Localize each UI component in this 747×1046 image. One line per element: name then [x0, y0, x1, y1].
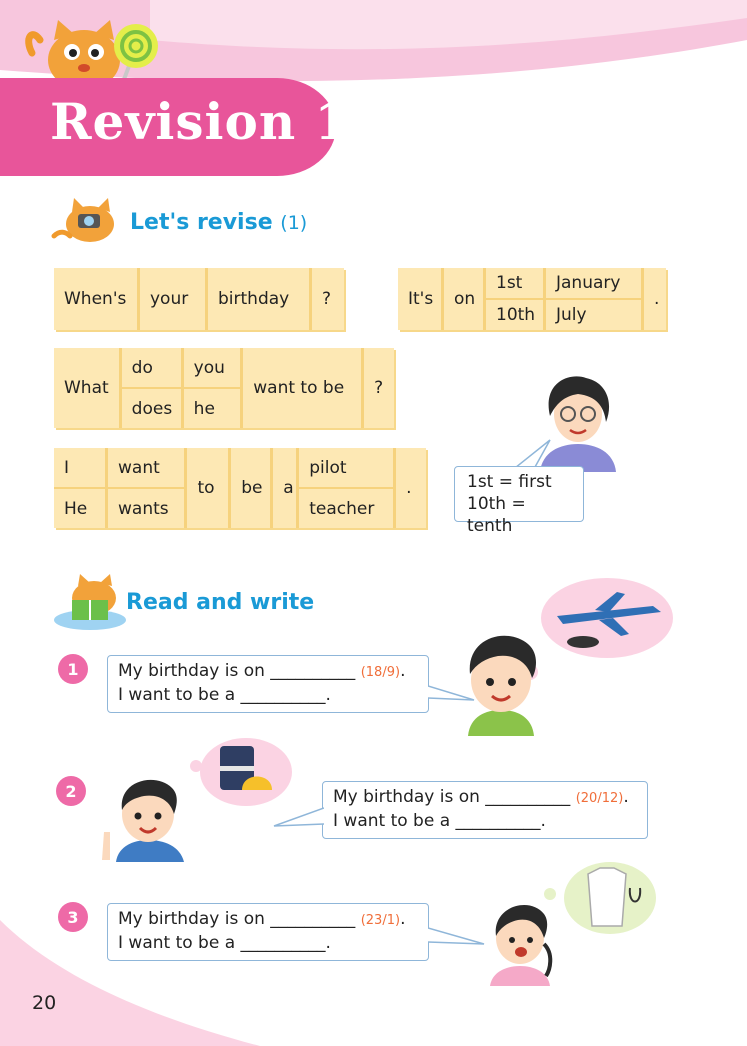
birthday-prompt: My birthday is on __________ [333, 787, 571, 807]
job-prompt: I want to be a __________. [333, 811, 546, 831]
footer-swoosh [0, 920, 260, 1046]
word-cell: want to be [243, 348, 365, 428]
word-cell: . [654, 289, 660, 309]
word-cell: be [231, 448, 274, 528]
section-title-suffix: (1) [280, 212, 308, 234]
word-cell: ? [322, 289, 332, 309]
word-cell: on [444, 268, 486, 330]
section-title-revise: Let's revise (1) [130, 210, 307, 235]
word-option: you [193, 357, 225, 378]
exercise-line: My birthday is on __________ (20/12). [333, 786, 637, 810]
exercise-line: My birthday is on __________ (18/9). [118, 660, 418, 684]
exercise-number: 1 [58, 654, 88, 684]
word-cell: ? [374, 378, 384, 398]
date-hint: (20/12) [575, 791, 624, 806]
word-cell: to [187, 448, 232, 528]
period: . [400, 909, 406, 929]
sentence-table-when: When's your birthday ? [54, 268, 344, 330]
cat-reading-icon [54, 574, 126, 630]
word-cell: When's [54, 268, 140, 330]
word-option: He [54, 489, 108, 528]
page-number: 20 [32, 992, 57, 1014]
word-option: he [193, 398, 215, 419]
word-stack: 1st 10th [486, 268, 546, 330]
word-option: teacher [299, 487, 394, 528]
note-line: 1st = first [467, 472, 552, 492]
section-title-text: Let's revise [130, 210, 273, 235]
word-option: July [546, 298, 641, 330]
firefighter-thought-bubble [190, 738, 292, 806]
word-cell: your [140, 268, 208, 330]
sentence-table-want: I want He wants to be a pilot teacher . [54, 448, 426, 528]
word-cell: It's [398, 268, 444, 330]
ordinal-note: 1st = first 10th = tenth [454, 466, 584, 536]
page-title: Revision 1 [50, 92, 351, 151]
sentence-table-what: What do you does he want to be ? [54, 348, 394, 428]
word-option: want [118, 457, 160, 478]
girl-illustration [490, 905, 553, 986]
exercise-bubble: My birthday is on __________ (20/12). I … [322, 781, 648, 839]
word-option: pilot [309, 457, 347, 478]
word-stack: January July [546, 268, 644, 330]
job-prompt: I want to be a __________. [118, 685, 331, 705]
word-option: does [122, 389, 184, 428]
exercise-number: 2 [56, 776, 86, 806]
word-stack: pilot teacher [299, 448, 397, 528]
word-option: January [556, 273, 621, 293]
period: . [400, 661, 406, 681]
word-cell: What [54, 348, 122, 428]
word-option: I [54, 448, 108, 487]
period: . [623, 787, 629, 807]
speech-tail [428, 927, 485, 945]
word-cell: . [406, 478, 412, 498]
word-cell: birthday [208, 268, 312, 330]
speech-tail [428, 685, 475, 701]
word-option: do [122, 348, 184, 387]
birthday-prompt: My birthday is on __________ [118, 661, 356, 681]
exercise-bubble: My birthday is on __________ (18/9). I w… [107, 655, 429, 713]
word-group: do you does he [121, 348, 244, 428]
word-option: 1st [496, 273, 523, 293]
cat-camera-icon [51, 198, 114, 242]
date-hint: (23/1) [360, 913, 401, 928]
word-option: 10th [486, 298, 543, 330]
sentence-table-its: It's on 1st 10th January July . [398, 268, 666, 330]
section-title-read-write: Read and write [126, 590, 315, 615]
note-line: 10th = tenth [467, 494, 526, 536]
pilot-thought-bubble [541, 578, 673, 658]
boy-pointing-illustration [102, 779, 184, 862]
date-hint: (18/9) [360, 665, 401, 680]
word-cell: a [273, 448, 300, 528]
word-option: wants [118, 498, 169, 519]
speech-tail [273, 807, 324, 827]
word-group: I want He wants [54, 448, 188, 528]
